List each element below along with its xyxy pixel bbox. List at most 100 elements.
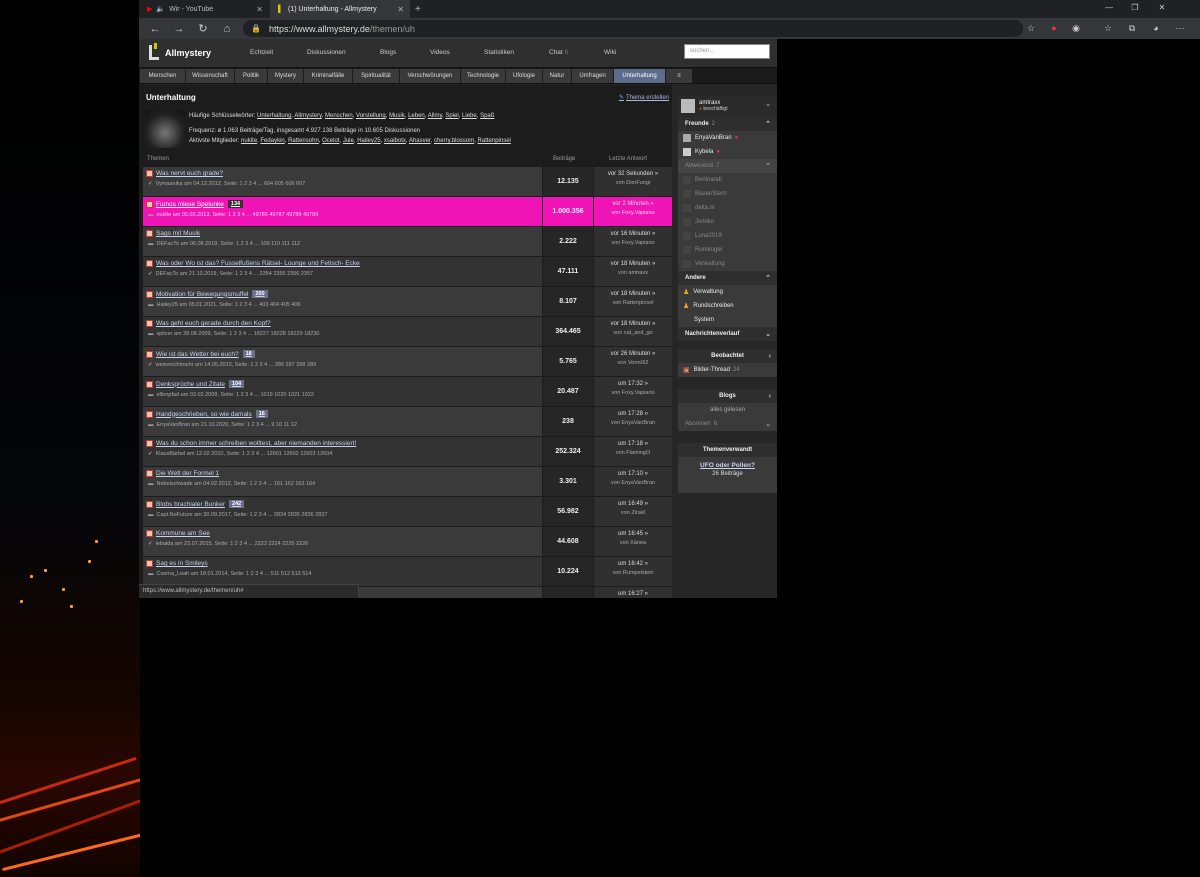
- chevron-up-icon[interactable]: ⌃: [765, 120, 771, 128]
- last-reply-cell[interactable]: vor 16 Minuten » von Foxy.Vapiano: [594, 227, 672, 256]
- last-reply-cell[interactable]: um 17:10 » von EnyaVanBran: [594, 467, 672, 496]
- last-reply-cell[interactable]: vor 18 Minuten » von cat_and_go: [594, 317, 672, 346]
- category-ufologie[interactable]: Ufologie: [506, 69, 542, 83]
- last-reply-cell[interactable]: vor 2 Minuten » von Foxy.Vapiano: [594, 197, 672, 226]
- member-link[interactable]: Hailey25: [357, 138, 380, 144]
- close-window-icon[interactable]: ✕: [1149, 0, 1175, 16]
- topic-title-link[interactable]: Was nervt euch grade?: [146, 170, 542, 177]
- new-posts-badge[interactable]: 242: [229, 500, 245, 508]
- topic-title-link[interactable]: Kommune am See: [146, 530, 542, 537]
- keyword-link[interactable]: Allmystery: [294, 113, 321, 119]
- close-tab-icon[interactable]: ✕: [397, 5, 404, 14]
- keyword-link[interactable]: Liebe: [462, 113, 477, 119]
- member-link[interactable]: cherry.blossom: [434, 138, 474, 144]
- tab-allmystery[interactable]: ▌ (1) Unterhaltung - Allmystery ✕: [270, 0, 410, 18]
- nav-diskussionen[interactable]: Diskussionen: [307, 49, 346, 56]
- new-posts-badge[interactable]: 200: [252, 290, 268, 298]
- new-posts-badge[interactable]: 104: [229, 380, 245, 388]
- last-reply-cell[interactable]: um 16:45 » von Xánea: [594, 527, 672, 556]
- member-link[interactable]: Fedaykin: [260, 138, 284, 144]
- topic-title-link[interactable]: Die Welt der Formel 1: [146, 470, 542, 477]
- subscribed-header[interactable]: Abonniert 6 ⌄: [678, 417, 777, 431]
- nav-statistiken[interactable]: Statistiken: [484, 49, 514, 56]
- more-menu-icon[interactable]: ⋯: [1173, 21, 1187, 35]
- topic-title-link[interactable]: Handgeschrieben, so wie damals 16: [146, 410, 542, 418]
- search-input[interactable]: suchen...: [684, 44, 770, 59]
- topic-title-link[interactable]: Was oder Wo ist das? Fusselfußens Rätsel…: [146, 260, 542, 267]
- keyword-link[interactable]: Menschen: [325, 113, 353, 119]
- other-item[interactable]: System: [678, 313, 777, 327]
- topic-title-link[interactable]: Was du schon immer schreiben wolltest, a…: [146, 440, 542, 447]
- history-header[interactable]: Nachrichtenverlauf ⌄: [678, 327, 777, 341]
- related-topic-link[interactable]: UFO oder Pollen?: [678, 457, 777, 469]
- other-item[interactable]: ♟ Rundschreiben: [678, 299, 777, 313]
- member-link[interactable]: xsaibotx: [384, 138, 406, 144]
- maximize-icon[interactable]: ❐: [1122, 0, 1148, 16]
- away-item[interactable]: Jomiko: [678, 215, 777, 229]
- watched-header[interactable]: Beobachtet ›: [678, 349, 777, 363]
- chevron-down-icon[interactable]: ⌄: [765, 100, 771, 108]
- category-more-icon[interactable]: ≡: [666, 69, 692, 83]
- friend-item[interactable]: Kybela ●: [678, 145, 777, 159]
- member-link[interactable]: Jule: [343, 138, 354, 144]
- topic-title-link[interactable]: Was geht euch gerade durch den Kopf?: [146, 320, 542, 327]
- away-header[interactable]: Abwesend 7 ⌃: [678, 159, 777, 173]
- create-topic-link[interactable]: ✎ Thema erstellen: [619, 94, 669, 101]
- watched-item[interactable]: ▣ Bilder-Thread 24: [678, 363, 777, 377]
- chevron-down-icon[interactable]: ⌄: [765, 420, 771, 428]
- category-menschen[interactable]: Menschen: [140, 69, 185, 83]
- other-header[interactable]: Andere ⌃: [678, 271, 777, 285]
- category-verschwoerungen[interactable]: Verschwörungen: [400, 69, 460, 83]
- profile-avatar[interactable]: ◕: [1149, 21, 1163, 35]
- category-umfragen[interactable]: Umfragen: [572, 69, 613, 83]
- other-item[interactable]: ♟ Verwaltung: [678, 285, 777, 299]
- nav-wiki[interactable]: Wiki: [604, 49, 616, 56]
- away-item[interactable]: delta.m: [678, 201, 777, 215]
- keyword-link[interactable]: Unterhaltung: [257, 113, 291, 119]
- last-reply-cell[interactable]: um 17:28 » von EnyaVanBran: [594, 407, 672, 436]
- category-mystery[interactable]: Mystery: [268, 69, 303, 83]
- favorites-icon[interactable]: ☆: [1101, 21, 1115, 35]
- category-wissenschaft[interactable]: Wissenschaft: [186, 69, 234, 83]
- friends-header[interactable]: Freunde 2 ⌃: [678, 117, 777, 131]
- category-spiritualitaet[interactable]: Spiritualität: [353, 69, 399, 83]
- away-item[interactable]: Rumkugel: [678, 243, 777, 257]
- nav-echtzeit[interactable]: Echtzeit: [250, 49, 273, 56]
- topic-title-link[interactable]: Sags mit Musik: [146, 230, 542, 237]
- nav-blogs[interactable]: Blogs: [380, 49, 396, 56]
- keyword-link[interactable]: Spiel: [445, 113, 458, 119]
- back-icon[interactable]: ←: [147, 21, 163, 37]
- new-tab-button[interactable]: +: [412, 0, 426, 18]
- chevron-up-icon[interactable]: ⌃: [765, 162, 771, 170]
- last-reply-cell[interactable]: um 16:42 » von Rumpelstein: [594, 557, 672, 586]
- member-link[interactable]: Rattenpinsel: [478, 138, 511, 144]
- keyword-link[interactable]: Musik: [389, 113, 405, 119]
- category-politik[interactable]: Politik: [235, 69, 267, 83]
- last-reply-cell[interactable]: vor 18 Minuten » von amtraxx: [594, 257, 672, 286]
- extension-icon[interactable]: ◉: [1069, 21, 1083, 35]
- nav-videos[interactable]: Videos: [430, 49, 450, 56]
- keyword-link[interactable]: Spaß: [480, 113, 494, 119]
- tab-youtube[interactable]: ▶ 🔈 Wir - YouTube ✕: [139, 0, 269, 18]
- opera-extension-icon[interactable]: ●: [1047, 21, 1061, 35]
- keyword-link[interactable]: Vorstellung: [356, 113, 386, 119]
- speaker-icon[interactable]: 🔈: [156, 5, 165, 13]
- topic-title-link[interactable]: Blobs brachialer Bunker 242: [146, 500, 542, 508]
- forward-icon[interactable]: →: [171, 21, 187, 37]
- keyword-link[interactable]: Leben: [408, 113, 425, 119]
- away-item[interactable]: Verwaltung: [678, 257, 777, 271]
- home-icon[interactable]: ⌂: [219, 21, 235, 37]
- close-tab-icon[interactable]: ✕: [256, 5, 263, 14]
- category-unterhaltung[interactable]: Unterhaltung: [614, 69, 665, 83]
- last-reply-cell[interactable]: um 17:18 » von FlamingO: [594, 437, 672, 466]
- reload-icon[interactable]: ↻: [195, 21, 211, 37]
- blogs-header[interactable]: Blogs ›: [678, 389, 777, 403]
- chevron-right-icon[interactable]: ›: [769, 393, 771, 400]
- chevron-down-icon[interactable]: ⌄: [765, 330, 771, 338]
- topic-title-link[interactable]: Motivation für Bewegungsmuffel 200: [146, 290, 542, 298]
- member-link[interactable]: nukite: [241, 138, 257, 144]
- nav-chat[interactable]: Chat 6: [549, 49, 568, 56]
- category-kriminalfaelle[interactable]: Kriminalfälle: [304, 69, 352, 83]
- away-item[interactable]: BlauerStern: [678, 187, 777, 201]
- new-posts-badge[interactable]: 18: [242, 350, 255, 358]
